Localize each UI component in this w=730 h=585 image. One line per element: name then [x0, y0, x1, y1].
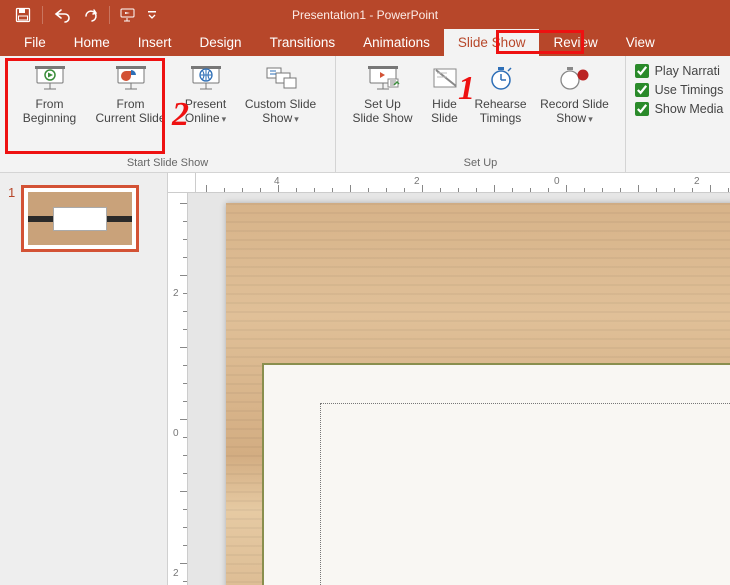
- tab-animations[interactable]: Animations: [349, 29, 444, 56]
- ruler-corner: [168, 173, 196, 193]
- from-beginning-button[interactable]: From Beginning: [13, 60, 87, 125]
- save-button[interactable]: [10, 4, 36, 26]
- tab-insert[interactable]: Insert: [124, 29, 186, 56]
- slide-thumbnail-pane[interactable]: 1: [0, 173, 168, 585]
- hide-slide-icon: [428, 64, 462, 94]
- thumbnail-preview[interactable]: [21, 185, 139, 252]
- custom-slide-show-button[interactable]: Custom Slide Show▾: [239, 60, 323, 126]
- show-media-checkbox[interactable]: Show Media: [635, 102, 724, 116]
- tab-transitions[interactable]: Transitions: [256, 29, 350, 56]
- group-start-slide-show: From Beginning From Current Slide Presen…: [0, 56, 336, 172]
- ruler-horizontal: 4 2 0 2: [196, 173, 730, 193]
- use-timings-checkbox[interactable]: Use Timings: [635, 83, 724, 97]
- undo-button[interactable]: [49, 4, 75, 26]
- thumbnail-item[interactable]: 1: [8, 185, 159, 252]
- ribbon: From Beginning From Current Slide Presen…: [0, 56, 730, 173]
- custom-slide-show-icon: [264, 64, 298, 94]
- rehearse-timings-icon: [484, 64, 518, 94]
- from-beginning-label: From Beginning: [23, 97, 76, 125]
- tab-home[interactable]: Home: [60, 29, 124, 56]
- workspace: 1 4 2 0 2 2 0 2: [0, 173, 730, 585]
- present-online-button[interactable]: Present Online▾: [175, 60, 237, 126]
- from-current-slide-button[interactable]: From Current Slide: [89, 60, 173, 125]
- custom-slide-show-label: Custom Slide Show▾: [245, 97, 316, 126]
- hide-slide-label: Hide Slide: [431, 97, 458, 125]
- play-narrations-checkbox[interactable]: Play Narrati: [635, 64, 724, 78]
- use-timings-input[interactable]: [635, 83, 649, 97]
- group-monitor-options: Play Narrati Use Timings Show Media: [626, 56, 730, 172]
- tab-review[interactable]: Review: [539, 29, 611, 56]
- show-media-input[interactable]: [635, 102, 649, 116]
- start-from-beginning-qat-button[interactable]: [116, 4, 142, 26]
- set-up-icon: [366, 64, 400, 94]
- tab-design[interactable]: Design: [186, 29, 256, 56]
- use-timings-label: Use Timings: [655, 83, 724, 97]
- title-bar: Presentation1 - PowerPoint: [0, 0, 730, 29]
- set-up-slide-show-button[interactable]: Set Up Slide Show: [346, 60, 420, 125]
- redo-button[interactable]: [77, 4, 103, 26]
- rehearse-timings-label: Rehearse Timings: [474, 97, 526, 125]
- group-set-up: Set Up Slide Show Hide Slide Rehearse Ti…: [336, 56, 626, 172]
- tab-file[interactable]: File: [10, 29, 60, 56]
- qat-customize-button[interactable]: [144, 4, 160, 26]
- slide[interactable]: Click to ad: [226, 203, 730, 585]
- tab-view[interactable]: View: [612, 29, 669, 56]
- record-slide-show-button[interactable]: Record Slide Show▾: [534, 60, 616, 126]
- quick-access-toolbar: [0, 4, 160, 26]
- set-up-label: Set Up Slide Show: [352, 97, 412, 125]
- from-beginning-icon: [33, 64, 67, 94]
- ribbon-tabs: File Home Insert Design Transitions Anim…: [0, 29, 730, 56]
- ruler-vertical: 2 0 2: [168, 193, 188, 585]
- slide-edit-pane: 4 2 0 2 2 0 2 Click to ad: [168, 173, 730, 585]
- record-icon: [558, 64, 592, 94]
- group-setup-label: Set Up: [336, 154, 625, 172]
- title-placeholder[interactable]: Click to ad: [320, 403, 730, 585]
- rehearse-timings-button[interactable]: Rehearse Timings: [470, 60, 532, 125]
- show-media-label: Show Media: [655, 102, 724, 116]
- record-label: Record Slide Show▾: [540, 97, 609, 126]
- tab-slide-show[interactable]: Slide Show: [444, 29, 540, 56]
- present-online-label: Present Online▾: [185, 97, 226, 126]
- play-narrations-input[interactable]: [635, 64, 649, 78]
- group-start-label: Start Slide Show: [0, 154, 335, 172]
- slide-canvas[interactable]: Click to ad: [196, 193, 730, 585]
- hide-slide-button[interactable]: Hide Slide: [422, 60, 468, 125]
- present-online-icon: [189, 64, 223, 94]
- thumbnail-number: 1: [8, 185, 15, 252]
- from-current-slide-icon: [114, 64, 148, 94]
- play-narrations-label: Play Narrati: [655, 64, 720, 78]
- from-current-slide-label: From Current Slide: [95, 97, 165, 125]
